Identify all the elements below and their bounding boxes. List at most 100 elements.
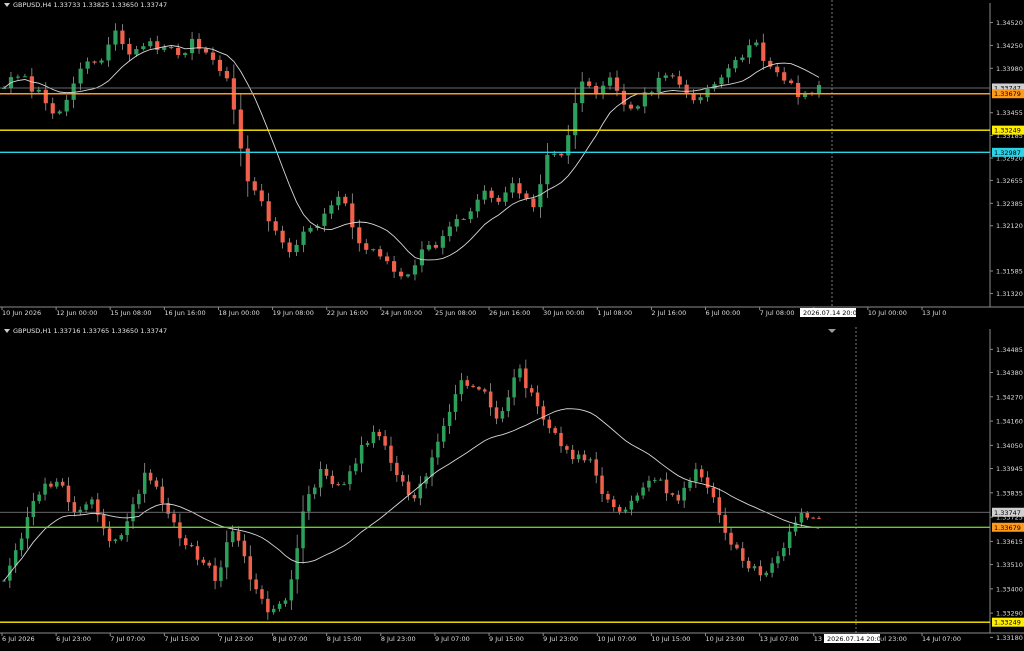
h4-chart-pane[interactable]: 1.345201.342501.339801.334551.331851.329… <box>0 0 1024 317</box>
bearish-candle[interactable] <box>391 261 397 272</box>
bearish-candle[interactable] <box>148 472 153 481</box>
bullish-candle[interactable] <box>359 444 364 464</box>
bullish-candle[interactable] <box>500 411 505 419</box>
bearish-candle[interactable] <box>273 221 278 231</box>
bearish-candle[interactable] <box>120 30 125 45</box>
bullish-candle[interactable] <box>85 61 90 69</box>
bullish-candle[interactable] <box>71 83 76 100</box>
bearish-candle[interactable] <box>628 104 634 109</box>
bullish-candle[interactable] <box>283 600 288 604</box>
bearish-candle[interactable] <box>154 480 159 487</box>
bearish-candle[interactable] <box>705 477 710 488</box>
bullish-candle[interactable] <box>580 81 585 104</box>
bullish-candle[interactable] <box>475 199 480 212</box>
bearish-candle[interactable] <box>210 52 216 60</box>
bearish-candle[interactable] <box>217 59 223 71</box>
bullish-candle[interactable] <box>354 463 358 472</box>
bearish-candle[interactable] <box>796 82 801 98</box>
bullish-candle[interactable] <box>106 44 111 61</box>
bullish-candle[interactable] <box>84 504 88 510</box>
bullish-candle[interactable] <box>658 479 663 481</box>
bullish-candle[interactable] <box>430 457 434 477</box>
bullish-candle[interactable] <box>113 30 118 45</box>
bullish-candle[interactable] <box>459 380 464 395</box>
bearish-candle[interactable] <box>789 80 794 83</box>
bullish-candle[interactable] <box>694 469 698 482</box>
bearish-candle[interactable] <box>254 579 258 590</box>
bearish-candle[interactable] <box>160 486 165 504</box>
bullish-candle[interactable] <box>426 245 432 250</box>
bullish-candle[interactable] <box>57 111 62 114</box>
bullish-candle[interactable] <box>308 227 313 232</box>
bearish-candle[interactable] <box>395 462 399 476</box>
bearish-candle[interactable] <box>531 198 536 208</box>
bullish-candle[interactable] <box>635 495 639 501</box>
bearish-candle[interactable] <box>252 181 257 191</box>
collapse-triangle-icon[interactable] <box>4 3 10 7</box>
bearish-candle[interactable] <box>559 153 564 156</box>
bearish-candle[interactable] <box>761 42 766 61</box>
bullish-candle[interactable] <box>552 153 557 155</box>
bearish-candle[interactable] <box>735 544 739 549</box>
bearish-candle[interactable] <box>389 445 393 463</box>
bearish-candle[interactable] <box>101 514 106 529</box>
bullish-candle[interactable] <box>307 494 311 512</box>
bullish-candle[interactable] <box>782 547 786 557</box>
bullish-candle[interactable] <box>189 38 195 54</box>
bullish-candle[interactable] <box>461 219 466 221</box>
bearish-candle[interactable] <box>203 48 209 53</box>
bearish-candle[interactable] <box>357 227 362 244</box>
collapse-triangle-icon[interactable] <box>4 329 10 333</box>
bearish-candle[interactable] <box>195 546 200 560</box>
bearish-candle[interactable] <box>330 475 335 485</box>
bearish-candle[interactable] <box>684 84 689 94</box>
bearish-candle[interactable] <box>176 48 181 55</box>
bullish-candle[interactable] <box>131 504 135 522</box>
bearish-candle[interactable] <box>524 368 528 389</box>
bullish-candle[interactable] <box>641 487 645 496</box>
bearish-candle[interactable] <box>242 540 247 557</box>
bullish-candle[interactable] <box>740 57 745 61</box>
bullish-candle[interactable] <box>225 542 229 568</box>
bullish-candle[interactable] <box>322 213 327 226</box>
bullish-candle[interactable] <box>312 487 317 495</box>
bearish-candle[interactable] <box>670 493 675 495</box>
bullish-candle[interactable] <box>13 550 18 566</box>
bullish-candle[interactable] <box>55 481 59 487</box>
bullish-candle[interactable] <box>142 472 147 494</box>
chart-shift-marker-icon[interactable] <box>828 329 836 333</box>
bearish-candle[interactable] <box>324 468 329 476</box>
bullish-candle[interactable] <box>726 68 731 78</box>
bullish-candle[interactable] <box>688 481 692 488</box>
bearish-candle[interactable] <box>213 565 217 581</box>
bullish-candle[interactable] <box>436 441 440 458</box>
bearish-candle[interactable] <box>287 242 292 253</box>
bullish-candle[interactable] <box>647 480 651 488</box>
bullish-candle[interactable] <box>294 244 299 253</box>
bearish-candle[interactable] <box>343 196 348 204</box>
bullish-candle[interactable] <box>43 483 47 495</box>
bullish-candle[interactable] <box>113 539 118 541</box>
bearish-candle[interactable] <box>664 479 669 494</box>
bearish-candle[interactable] <box>398 271 404 277</box>
bearish-candle[interactable] <box>378 249 383 257</box>
bullish-candle[interactable] <box>453 394 458 412</box>
bearish-candle[interactable] <box>699 469 704 478</box>
bullish-candle[interactable] <box>2 580 6 582</box>
bullish-candle[interactable] <box>510 183 515 193</box>
bullish-candle[interactable] <box>482 190 487 200</box>
bullish-candle[interactable] <box>318 468 323 488</box>
bullish-candle[interactable] <box>512 377 516 398</box>
bearish-candle[interactable] <box>529 388 534 393</box>
bullish-candle[interactable] <box>576 454 581 460</box>
bearish-candle[interactable] <box>594 459 598 476</box>
bearish-candle[interactable] <box>60 481 65 486</box>
bullish-candle[interactable] <box>15 76 21 78</box>
bullish-candle[interactable] <box>134 49 139 55</box>
bullish-candle[interactable] <box>799 512 804 523</box>
bullish-candle[interactable] <box>623 509 628 512</box>
bullish-candle[interactable] <box>629 500 634 510</box>
bullish-candle[interactable] <box>545 154 550 185</box>
bullish-candle[interactable] <box>787 531 792 548</box>
bearish-candle[interactable] <box>400 475 405 482</box>
